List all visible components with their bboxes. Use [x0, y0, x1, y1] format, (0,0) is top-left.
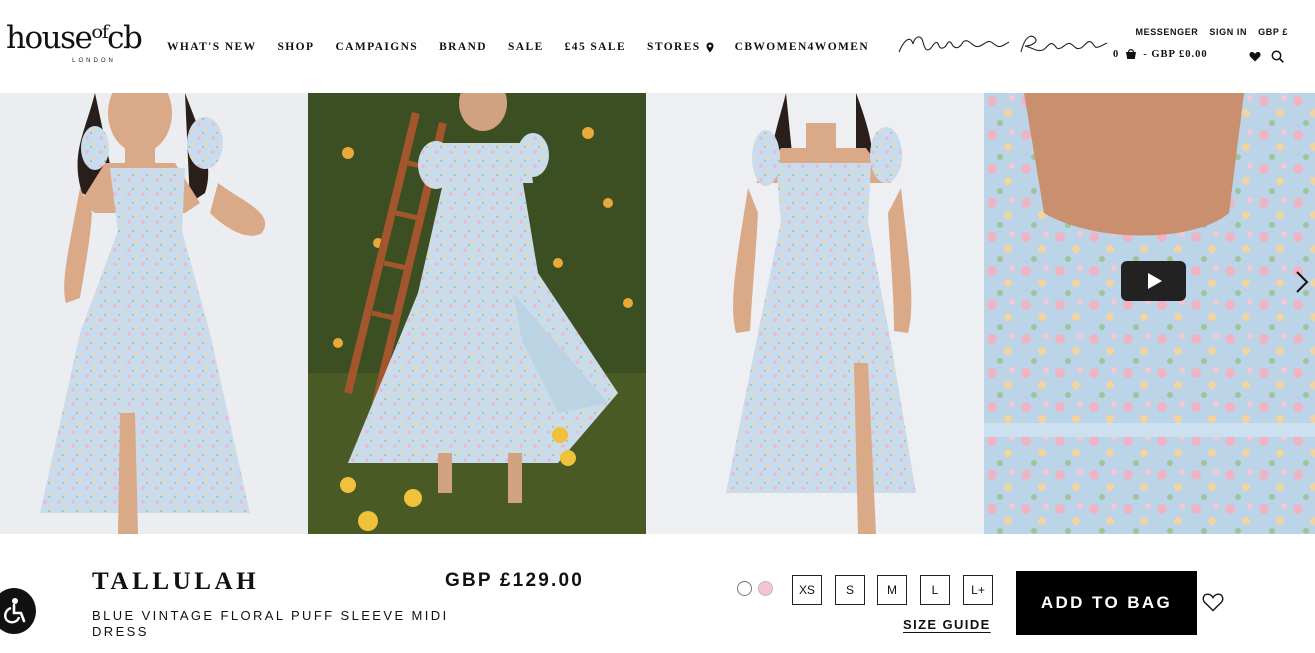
currency-selector[interactable]: GBP £ [1258, 27, 1288, 37]
nav-whats-new[interactable]: WHAT'S NEW [167, 41, 257, 53]
site-header: houseᵒᶠcb LONDON WHAT'S NEW SHOP CAMPAIG… [0, 0, 1315, 93]
size-option-s[interactable]: S [835, 575, 865, 605]
logo-city: LONDON [72, 58, 116, 64]
color-swatch-pink[interactable] [758, 581, 773, 596]
size-option-l-plus[interactable]: L+ [963, 575, 993, 605]
bag-count: 0 [1113, 48, 1120, 60]
product-gallery [0, 93, 1315, 534]
accessibility-icon [4, 598, 26, 624]
product-subtitle: BLUE VINTAGE FLORAL PUFF SLEEVE MIDI DRE… [92, 608, 449, 639]
location-pin-icon [706, 42, 714, 52]
nav-shop[interactable]: SHOP [278, 41, 315, 53]
size-option-l[interactable]: L [920, 575, 950, 605]
size-option-m[interactable]: M [877, 575, 907, 605]
product-title: TALLULAH [92, 568, 260, 595]
logo-wordmark: houseᵒᶠcb [6, 20, 143, 56]
nav-stores-label: STORES [647, 41, 701, 53]
gallery-image-detail-closeup[interactable] [984, 93, 1315, 534]
mistress-rocks-signature[interactable] [897, 30, 1109, 62]
sign-in-link[interactable]: SIGN IN [1209, 27, 1247, 37]
utility-links: MESSENGER SIGN IN GBP £ [1136, 27, 1289, 37]
gallery-image-model-front[interactable] [0, 93, 308, 534]
search-icon[interactable] [1271, 50, 1284, 63]
product-price: GBP £129.00 [445, 570, 584, 591]
nav-campaigns[interactable]: CAMPAIGNS [335, 41, 418, 53]
messenger-link[interactable]: MESSENGER [1136, 27, 1199, 37]
bag-summary[interactable]: 0 - GBP £0.00 [1113, 48, 1208, 60]
main-nav: WHAT'S NEW SHOP CAMPAIGNS BRAND SALE £45… [167, 41, 890, 53]
shopping-bag-icon [1126, 49, 1137, 59]
add-to-wishlist-heart-icon[interactable] [1202, 592, 1224, 612]
size-option-xs[interactable]: XS [792, 575, 822, 605]
gallery-next-arrow-icon[interactable] [1294, 270, 1310, 294]
nav-sale[interactable]: SALE [508, 41, 544, 53]
nav-cbwomen4women[interactable]: CBWOMEN4WOMEN [735, 41, 869, 53]
brand-logo[interactable]: houseᵒᶠcb LONDON [6, 20, 158, 70]
wishlist-heart-icon[interactable] [1249, 51, 1261, 62]
add-to-bag-button[interactable]: ADD TO BAG [1016, 571, 1197, 635]
nav-45-sale[interactable]: £45 SALE [565, 41, 626, 53]
nav-stores[interactable]: STORES [647, 41, 714, 53]
size-guide-link[interactable]: SIZE GUIDE [903, 617, 991, 632]
gallery-image-model-front-2[interactable] [646, 93, 984, 534]
play-icon [1147, 273, 1162, 289]
accessibility-button[interactable] [0, 588, 36, 634]
video-play-button[interactable] [1121, 261, 1186, 301]
gallery-image-model-garden[interactable] [308, 93, 646, 534]
nav-brand[interactable]: BRAND [439, 41, 487, 53]
bag-total: - GBP £0.00 [1143, 48, 1208, 60]
color-swatch-blue[interactable] [737, 581, 752, 596]
